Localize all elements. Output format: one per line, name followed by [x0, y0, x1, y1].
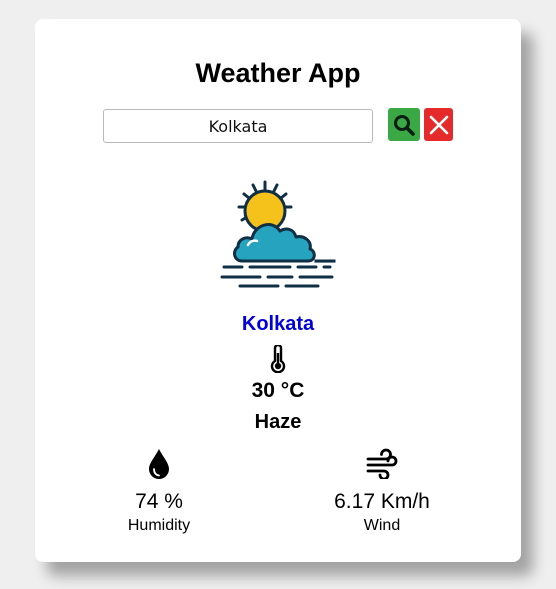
- close-icon: [429, 115, 448, 134]
- water-drop-icon: [149, 449, 169, 479]
- weather-condition: Haze: [254, 411, 302, 433]
- clear-button[interactable]: [424, 108, 453, 141]
- weather-card: Weather App Kolkata Kolkata 30 °C Haze 7…: [35, 19, 521, 562]
- humidity-value: 74 %: [135, 490, 183, 513]
- sun-behind-cloud-haze-icon: [220, 180, 336, 288]
- wind-icon: [366, 448, 398, 479]
- city-search-input[interactable]: [103, 109, 373, 143]
- wind-value: 6.17 Km/h: [334, 490, 430, 513]
- thermometer-icon: [270, 345, 286, 373]
- humidity-stat: 74 % Humidity: [59, 447, 259, 536]
- city-name: Kolkata: [241, 313, 315, 335]
- temperature-value: 30 °C: [251, 379, 305, 402]
- wind-stat: 6.17 Km/h Wind: [282, 447, 482, 536]
- search-button[interactable]: [388, 108, 420, 141]
- app-title: Weather App: [195, 58, 361, 88]
- humidity-label: Humidity: [127, 517, 191, 534]
- wind-label: Wind: [363, 517, 401, 534]
- search-icon: [394, 114, 415, 136]
